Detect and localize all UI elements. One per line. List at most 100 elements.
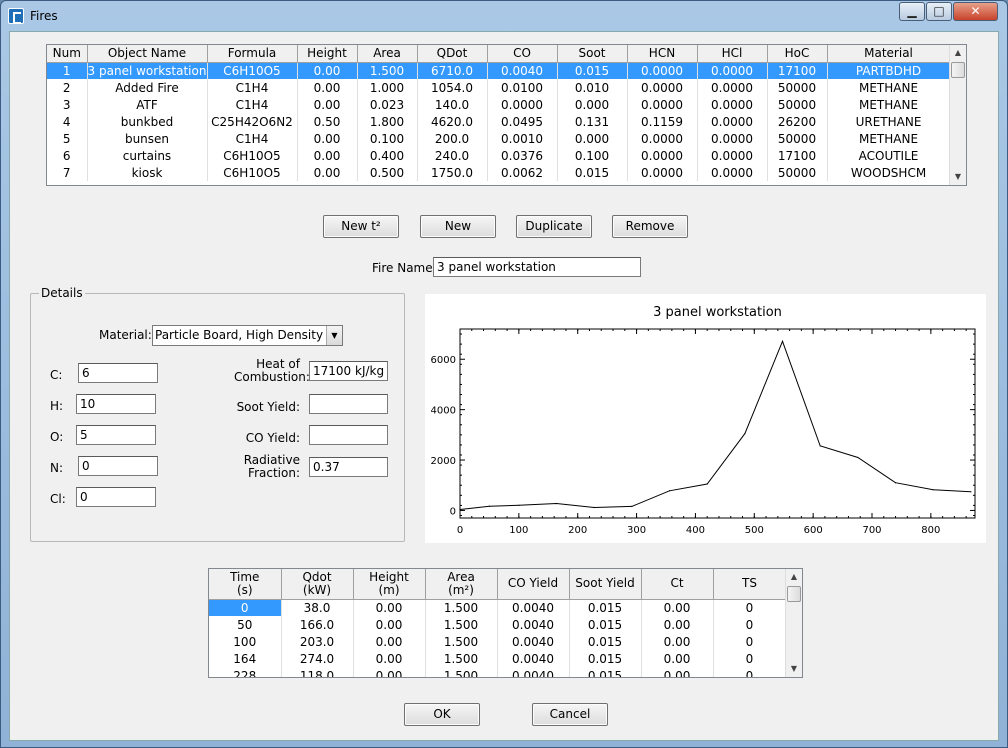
time-table-cell[interactable]: 0: [713, 650, 787, 667]
fires-table-cell[interactable]: 50000: [767, 130, 828, 147]
ok-button[interactable]: OK: [404, 703, 480, 726]
time-table[interactable]: Time (s) Qdot (kW) Height (m) Area (m²) CO Yield…: [208, 568, 803, 678]
fires-table-cell[interactable]: 3 panel workstation: [87, 62, 208, 79]
fires-table-cell[interactable]: 0.0000: [627, 147, 698, 164]
scroll-thumb[interactable]: [951, 62, 965, 78]
fires-table-cell[interactable]: 0.015: [557, 164, 628, 181]
fires-col-header[interactable]: CO: [487, 45, 558, 63]
fires-col-header[interactable]: HoC: [767, 45, 828, 63]
fires-table-row[interactable]: 13 panel workstation C6H10O5 0.00 1.500 6710…: [47, 62, 951, 79]
fires-table-cell[interactable]: 1.000: [357, 79, 418, 96]
duplicate-button[interactable]: Duplicate: [516, 215, 592, 238]
fires-table-cell[interactable]: 0.1159: [627, 113, 698, 130]
fires-table-cell[interactable]: 0.131: [557, 113, 628, 130]
time-table-row[interactable]: 164 274.0 0.00 1.500 0.0040 0.015 0.00 0: [209, 650, 787, 667]
o-input[interactable]: 5: [76, 425, 156, 445]
time-table-cell[interactable]: 1.500: [425, 616, 498, 633]
fires-table-cell[interactable]: 0.00: [297, 147, 358, 164]
time-table-cell[interactable]: 166.0: [281, 616, 354, 633]
fires-table-cell[interactable]: 0.500: [357, 164, 418, 181]
fires-col-header[interactable]: Area: [357, 45, 418, 63]
fires-table-cell[interactable]: METHANE: [827, 96, 951, 113]
fires-table-cell[interactable]: 7: [47, 164, 88, 181]
h-input[interactable]: 10: [76, 394, 156, 414]
time-col-header[interactable]: Ct: [641, 569, 714, 600]
time-table-scrollbar[interactable]: ▲ ▼: [785, 569, 802, 677]
fires-table-cell[interactable]: 0.0376: [487, 147, 558, 164]
time-table-cell[interactable]: 0: [713, 667, 787, 677]
fires-table-cell[interactable]: 1.800: [357, 113, 418, 130]
n-input[interactable]: 0: [78, 456, 158, 476]
time-table-cell[interactable]: 0.00: [353, 650, 426, 667]
time-table-cell[interactable]: 1.500: [425, 633, 498, 650]
fires-col-header[interactable]: Num: [47, 45, 88, 63]
fires-table-cell[interactable]: 0.023: [357, 96, 418, 113]
time-table-cell[interactable]: 0.00: [641, 667, 714, 677]
fires-table-row[interactable]: 4 bunkbed C25H42O6N2 0.50 1.800 4620.0 0.0495 0…: [47, 113, 951, 130]
time-table-cell[interactable]: 274.0: [281, 650, 354, 667]
fires-table-cell[interactable]: C6H10O5: [207, 147, 298, 164]
fires-table-cell[interactable]: METHANE: [827, 130, 951, 147]
fires-col-header[interactable]: QDot: [417, 45, 488, 63]
fires-table-cell[interactable]: 50000: [767, 96, 828, 113]
fires-table-cell[interactable]: 0.0000: [697, 113, 768, 130]
fires-table-cell[interactable]: 50000: [767, 164, 828, 181]
fires-table-cell[interactable]: 1: [47, 62, 88, 79]
time-table-cell[interactable]: 0.00: [353, 633, 426, 650]
fires-table-cell[interactable]: kiosk: [87, 164, 208, 181]
time-table-cell[interactable]: 1.500: [425, 599, 498, 616]
time-table-cell[interactable]: 0.00: [353, 599, 426, 616]
time-col-header[interactable]: Soot Yield: [569, 569, 642, 600]
time-table-cell[interactable]: 0.0040: [497, 616, 570, 633]
fires-table-cell[interactable]: 0.0000: [627, 164, 698, 181]
fires-table-row[interactable]: 5 bunsen C1H4 0.00 0.100 200.0 0.0010 0.000 0.00…: [47, 130, 951, 147]
fires-table-cell[interactable]: 1054.0: [417, 79, 488, 96]
time-col-header[interactable]: TS: [713, 569, 787, 600]
soot-yield-input[interactable]: [309, 394, 388, 414]
time-table-cell[interactable]: 0.0040: [497, 650, 570, 667]
time-table-row[interactable]: 100 203.0 0.00 1.500 0.0040 0.015 0.00 0: [209, 633, 787, 650]
maximize-button[interactable]: □: [926, 2, 952, 21]
fires-table-cell[interactable]: 50000: [767, 79, 828, 96]
co-yield-input[interactable]: [309, 425, 388, 445]
scroll-up-arrow-icon[interactable]: ▲: [786, 569, 802, 585]
fires-table-cell[interactable]: 0.0000: [697, 147, 768, 164]
fires-table-cell[interactable]: 0.400: [357, 147, 418, 164]
fires-table-cell[interactable]: 0.0000: [627, 79, 698, 96]
time-table-cell[interactable]: 0.015: [569, 667, 642, 677]
fires-table-cell[interactable]: 0.100: [357, 130, 418, 147]
time-table-cell[interactable]: 1.500: [425, 650, 498, 667]
fires-table-row[interactable]: 7 kiosk C6H10O5 0.00 0.500 1750.0 0.0062 0.015 0…: [47, 164, 951, 181]
fires-col-header[interactable]: Formula: [207, 45, 298, 63]
fire-name-input[interactable]: 3 panel workstation: [433, 257, 641, 277]
fires-table-cell[interactable]: 0.015: [557, 62, 628, 79]
radiative-fraction-input[interactable]: 0.37: [309, 457, 388, 477]
fires-table-cell[interactable]: 0.0000: [627, 96, 698, 113]
fires-table[interactable]: Num Object Name Formula Height Area QDot CO Soo…: [46, 44, 967, 186]
fires-col-header[interactable]: Height: [297, 45, 358, 63]
scroll-down-arrow-icon[interactable]: ▼: [950, 169, 966, 185]
time-table-cell[interactable]: 0.00: [353, 667, 426, 677]
fires-table-cell[interactable]: 0.0062: [487, 164, 558, 181]
fires-table-cell[interactable]: 0.00: [297, 62, 358, 79]
fires-col-header[interactable]: Material: [827, 45, 951, 63]
fires-table-row[interactable]: 3 ATF C1H4 0.00 0.023 140.0 0.0000 0.000 0.0000 0…: [47, 96, 951, 113]
fires-col-header[interactable]: Object Name: [87, 45, 208, 63]
fires-table-cell[interactable]: PARTBDHD: [827, 62, 951, 79]
scroll-up-arrow-icon[interactable]: ▲: [950, 45, 966, 61]
fires-table-row[interactable]: 6 curtains C6H10O5 0.00 0.400 240.0 0.0376 0.10…: [47, 147, 951, 164]
fires-table-cell[interactable]: ATF: [87, 96, 208, 113]
time-table-cell[interactable]: 0.00: [641, 616, 714, 633]
time-col-header[interactable]: Qdot (kW): [281, 569, 354, 600]
close-button[interactable]: ✕: [953, 2, 998, 21]
fires-table-cell[interactable]: 0.00: [297, 96, 358, 113]
time-table-cell[interactable]: 38.0: [281, 599, 354, 616]
fires-table-cell[interactable]: 140.0: [417, 96, 488, 113]
fires-table-cell[interactable]: 0.0100: [487, 79, 558, 96]
fires-table-cell[interactable]: 0.0000: [487, 96, 558, 113]
fires-col-header[interactable]: Soot: [557, 45, 628, 63]
time-col-header[interactable]: Height (m): [353, 569, 426, 600]
fires-table-cell[interactable]: 0.000: [557, 130, 628, 147]
fires-table-cell[interactable]: 3: [47, 96, 88, 113]
fires-table-row[interactable]: 2 Added Fire C1H4 0.00 1.000 1054.0 0.0100 0.01…: [47, 79, 951, 96]
